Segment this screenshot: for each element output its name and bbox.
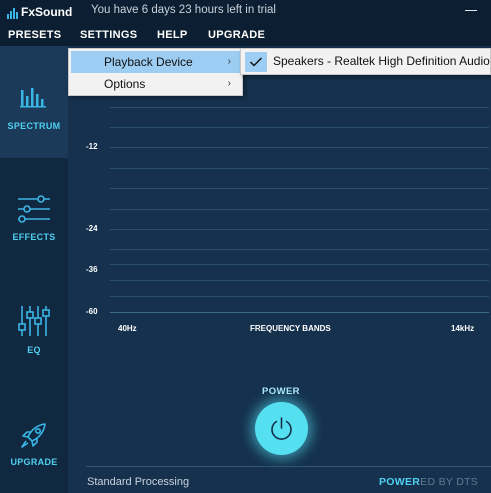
- chart-baseline: [110, 312, 489, 313]
- tab-spectrum[interactable]: SPECTRUM: [0, 46, 68, 158]
- menu-presets[interactable]: PRESETS: [8, 29, 61, 41]
- dts-brand-faint: ED BY DTS: [420, 476, 479, 488]
- gridline: [110, 127, 489, 128]
- x-axis-label: FREQUENCY BANDS: [250, 324, 331, 333]
- tab-upgrade-label: UPGRADE: [10, 457, 58, 467]
- gridline: [110, 188, 489, 189]
- logo-text: FxSound: [21, 5, 73, 19]
- menu-item-label: Playback Device: [104, 55, 193, 69]
- menu-item-playback-device[interactable]: Playback Device ›: [71, 51, 240, 73]
- settings-dropdown: Playback Device › Options ›: [68, 48, 243, 96]
- tab-eq-label: EQ: [27, 345, 41, 355]
- eq-icon: [18, 306, 50, 336]
- tab-effects-label: EFFECTS: [12, 232, 56, 242]
- power-button[interactable]: [255, 402, 308, 455]
- spectrum-icon: [20, 88, 46, 108]
- y-tick-label: -24: [86, 224, 98, 233]
- device-option-speakers[interactable]: Speakers - Realtek High Definition Audio: [273, 54, 490, 68]
- gridline: [110, 147, 489, 148]
- y-tick-label: -12: [86, 142, 98, 151]
- check-icon: [249, 57, 263, 67]
- x-tick-label: 40Hz: [118, 324, 137, 333]
- gridline: [110, 249, 489, 250]
- gridline: [110, 264, 489, 265]
- tab-spectrum-label: SPECTRUM: [7, 121, 61, 131]
- footer-divider: [86, 466, 491, 467]
- menu-help[interactable]: HELP: [157, 29, 188, 41]
- playback-device-submenu: Speakers - Realtek High Definition Audio: [240, 48, 491, 75]
- gridline: [110, 168, 489, 169]
- fxsound-logo: FxSound: [7, 5, 72, 19]
- sliders-icon: [18, 195, 50, 223]
- title-bar: FxSound You have 6 days 23 hours left in…: [0, 0, 491, 24]
- rocket-icon: [21, 423, 46, 448]
- menu-settings[interactable]: SETTINGS: [80, 29, 137, 41]
- dts-brand: POWERED BY DTS: [379, 476, 478, 488]
- processing-status: Standard Processing: [87, 476, 190, 488]
- chevron-right-icon: ›: [227, 56, 231, 67]
- power-icon: [271, 417, 292, 440]
- gridline: [110, 209, 489, 210]
- y-tick-label: -60: [86, 307, 98, 316]
- menu-item-options[interactable]: Options ›: [71, 73, 240, 95]
- chevron-right-icon: ›: [227, 78, 231, 89]
- tab-eq[interactable]: EQ: [0, 270, 68, 382]
- y-tick-label: -36: [86, 265, 98, 274]
- check-icon-box: [245, 52, 267, 72]
- menu-bar: PRESETS SETTINGS HELP UPGRADE: [0, 24, 491, 46]
- trial-message: You have 6 days 23 hours left in trial: [91, 4, 276, 16]
- minimize-button[interactable]: [465, 10, 477, 11]
- dts-brand-bright: POWER: [379, 476, 421, 488]
- gridline: [110, 296, 489, 297]
- gridline: [110, 229, 489, 230]
- gridline: [110, 107, 489, 108]
- menu-item-label: Options: [104, 77, 146, 91]
- power-label: POWER: [262, 386, 300, 397]
- tab-upgrade[interactable]: UPGRADE: [0, 382, 68, 493]
- x-tick-label: 14kHz: [451, 324, 475, 333]
- tab-effects[interactable]: EFFECTS: [0, 158, 68, 270]
- menu-upgrade[interactable]: UPGRADE: [208, 29, 265, 41]
- logo-bars-icon: [7, 8, 18, 19]
- sidebar: SPECTRUM EFFECTS EQ UPGRADE: [0, 46, 68, 493]
- gridline: [110, 280, 489, 281]
